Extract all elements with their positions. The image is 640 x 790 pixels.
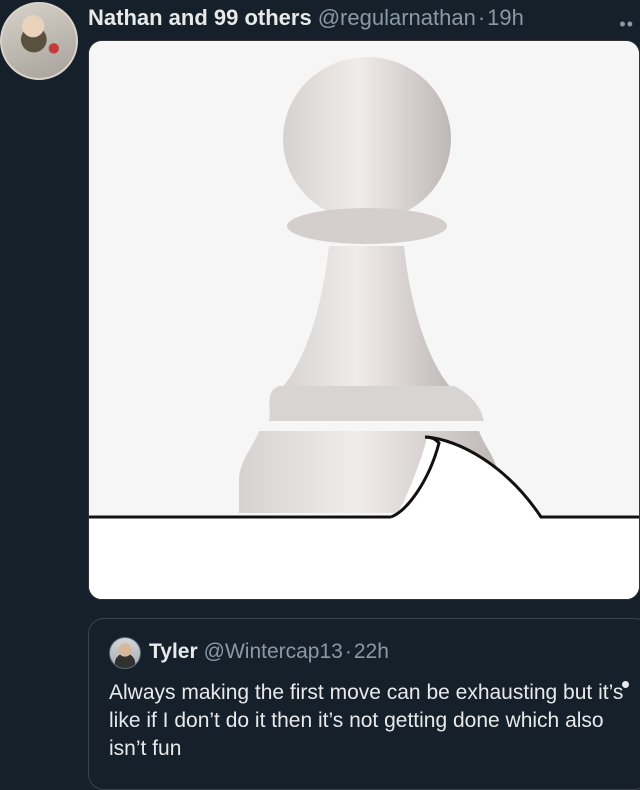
header-separator: ·	[477, 5, 486, 30]
author-handle[interactable]: @regularnathan	[318, 5, 476, 31]
quoted-timestamp[interactable]: 22h	[354, 640, 389, 664]
quoted-tweet[interactable]: Tyler @Wintercap13 · 22h Always making t…	[88, 618, 640, 790]
quoted-tweet-indicator	[622, 681, 629, 688]
author-avatar[interactable]	[0, 2, 78, 80]
quoted-header-separator: ·	[344, 640, 352, 663]
quoted-author-name[interactable]: Tyler	[149, 640, 198, 664]
author-name[interactable]: Nathan and 99 others	[88, 5, 312, 31]
quoted-author-avatar[interactable]	[109, 637, 141, 669]
tweet-header: Nathan and 99 others @regularnathan · 19…	[88, 2, 628, 34]
more-options-icon[interactable]: ••	[619, 14, 634, 35]
quoted-tweet-text: Always making the first move can be exha…	[109, 681, 624, 760]
tweet-image[interactable]	[88, 40, 640, 600]
quoted-tweet-header: Tyler @Wintercap13 · 22h	[149, 637, 389, 667]
quoted-author-handle[interactable]: @Wintercap13	[204, 640, 343, 664]
timestamp[interactable]: 19h	[487, 5, 524, 31]
pawn-speech-bubble-image	[89, 41, 639, 599]
